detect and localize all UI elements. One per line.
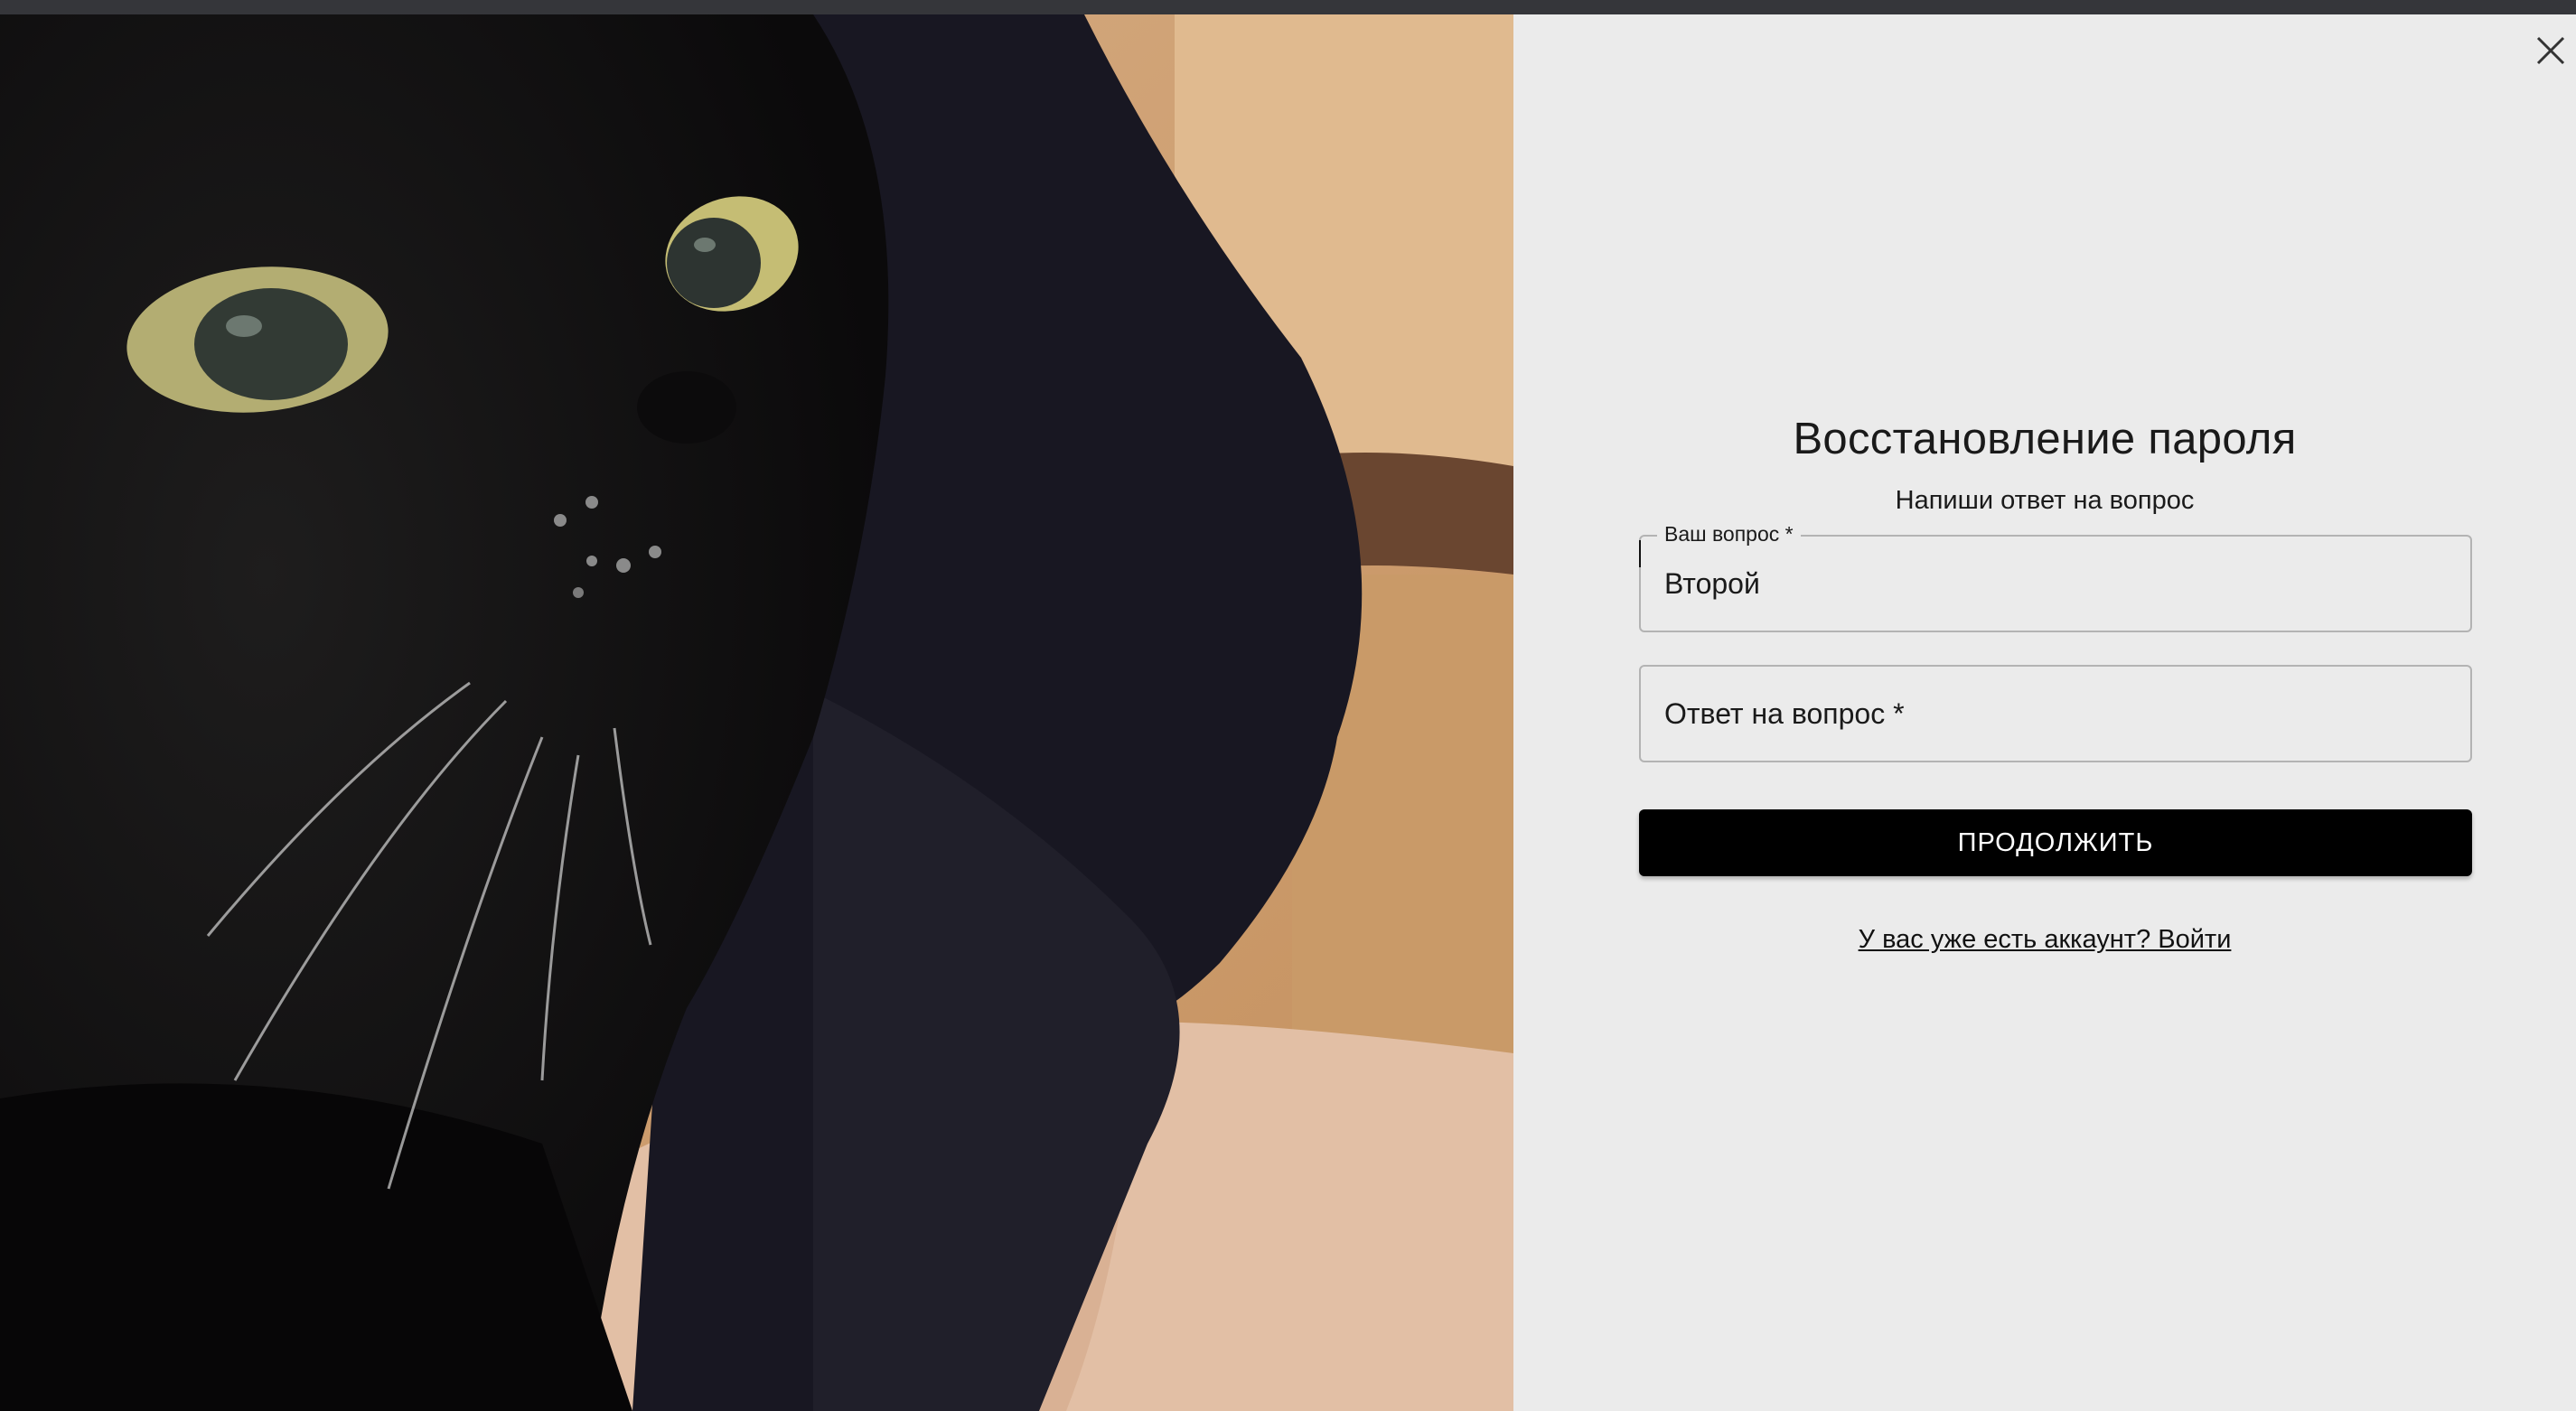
question-field-value: Второй (1664, 567, 1760, 600)
page-subtitle: Напиши ответ на вопрос (1895, 486, 2195, 515)
cat-photo (0, 14, 1513, 1411)
password-recovery-panel: Восстановление пароля Напиши ответ на во… (1513, 14, 2576, 1411)
login-link[interactable]: У вас уже есть аккаунт? Войти (1513, 925, 2576, 955)
text-caret (1639, 540, 1641, 567)
answer-field-label: Ответ на вопрос * (1664, 697, 1905, 730)
question-field-legend: Ваш вопрос * (1657, 522, 1801, 547)
page-title: Восстановление пароля (1793, 415, 2297, 463)
close-icon (2536, 36, 2565, 65)
continue-button[interactable]: ПРОДОЛЖИТЬ (1639, 809, 2472, 876)
question-field[interactable]: Ваш вопрос * Второй (1639, 522, 2472, 632)
browser-top-bar (0, 0, 2576, 14)
close-button[interactable] (2534, 34, 2567, 67)
answer-field[interactable]: Ответ на вопрос * (1639, 665, 2472, 762)
